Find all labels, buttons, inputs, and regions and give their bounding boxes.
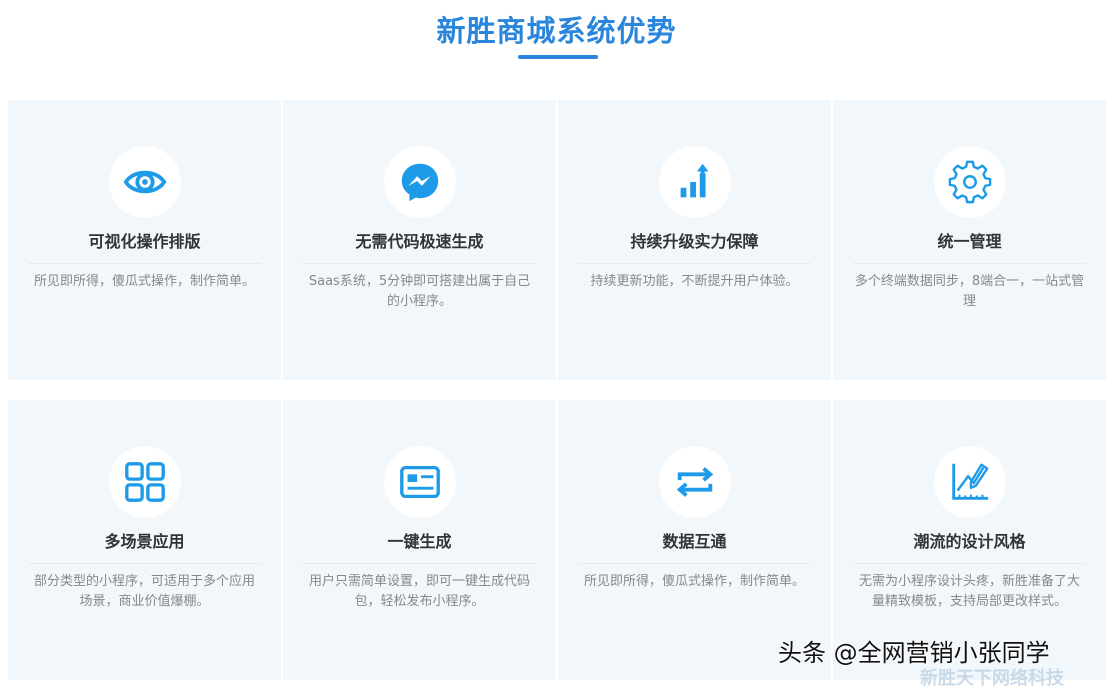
card-no-code: 无需代码极速生成 Saas系统，5分钟即可搭建出属于自己的小程序。 bbox=[283, 100, 556, 380]
watermark-sub-text: 新胜天下网络科技 bbox=[920, 668, 1064, 686]
card-title: 持续升级实力保障 bbox=[630, 232, 759, 251]
card-title: 一键生成 bbox=[387, 532, 452, 551]
messenger-icon bbox=[383, 146, 456, 218]
card-description: 用户只需简单设置，即可一键生成代码包，轻松发布小程序。 bbox=[308, 574, 530, 609]
card-visual-layout: 可视化操作排版 所见即所得，傻瓜式操作，制作简单。 bbox=[8, 100, 281, 380]
card-continuous-upgrade: 持续升级实力保障 持续更新功能，不断提升用户体验。 bbox=[558, 100, 831, 380]
design-ruler-pen-icon bbox=[933, 446, 1006, 518]
divider bbox=[303, 263, 536, 264]
card-multi-scene: 多场景应用 部分类型的小程序，可适用于多个应用场景，商业价值爆棚。 bbox=[8, 400, 281, 680]
grid-apps-icon bbox=[108, 446, 181, 518]
card-unified-management: 统一管理 多个终端数据同步，8端合一，一站式管理 bbox=[833, 100, 1106, 380]
card-description: 持续更新功能，不断提升用户体验。 bbox=[590, 274, 799, 289]
sync-arrows-icon bbox=[658, 446, 731, 518]
divider bbox=[578, 263, 811, 264]
bar-chart-up-icon bbox=[658, 146, 731, 218]
card-description: 所见即所得，傻瓜式操作，制作简单。 bbox=[583, 574, 805, 589]
card-title: 数据互通 bbox=[662, 532, 727, 551]
divider bbox=[853, 263, 1086, 264]
divider bbox=[28, 263, 261, 264]
card-one-click: 一键生成 用户只需简单设置，即可一键生成代码包，轻松发布小程序。 bbox=[283, 400, 556, 680]
card-title: 多场景应用 bbox=[104, 532, 185, 551]
page-title: 新胜商城系统优势 bbox=[436, 14, 677, 48]
card-description: 无需为小程序设计头疼，新胜准备了大量精致模板，支持局部更改样式。 bbox=[858, 574, 1080, 609]
gear-icon bbox=[933, 146, 1006, 218]
card-description: 所见即所得，傻瓜式操作，制作简单。 bbox=[33, 274, 255, 289]
title-underline bbox=[518, 55, 598, 59]
card-description: Saas系统，5分钟即可搭建出属于自己的小程序。 bbox=[308, 274, 531, 309]
divider bbox=[853, 563, 1086, 564]
card-description: 多个终端数据同步，8端合一，一站式管理 bbox=[854, 274, 1085, 309]
card-description: 部分类型的小程序，可适用于多个应用场景，商业价值爆棚。 bbox=[33, 574, 255, 609]
card-title: 统一管理 bbox=[937, 232, 1002, 251]
card-title: 无需代码极速生成 bbox=[355, 232, 484, 251]
eye-icon bbox=[108, 146, 181, 218]
watermark-text: 头条 @全网营销小张同学 bbox=[778, 639, 1050, 667]
id-card-icon bbox=[383, 446, 456, 518]
card-title: 可视化操作排版 bbox=[88, 232, 201, 251]
divider bbox=[578, 563, 811, 564]
divider bbox=[28, 563, 261, 564]
advantages-row-1: 可视化操作排版 所见即所得，傻瓜式操作，制作简单。 无需代码极速生成 Saas系… bbox=[8, 100, 1106, 380]
divider bbox=[303, 563, 536, 564]
card-title: 潮流的设计风格 bbox=[913, 532, 1026, 551]
